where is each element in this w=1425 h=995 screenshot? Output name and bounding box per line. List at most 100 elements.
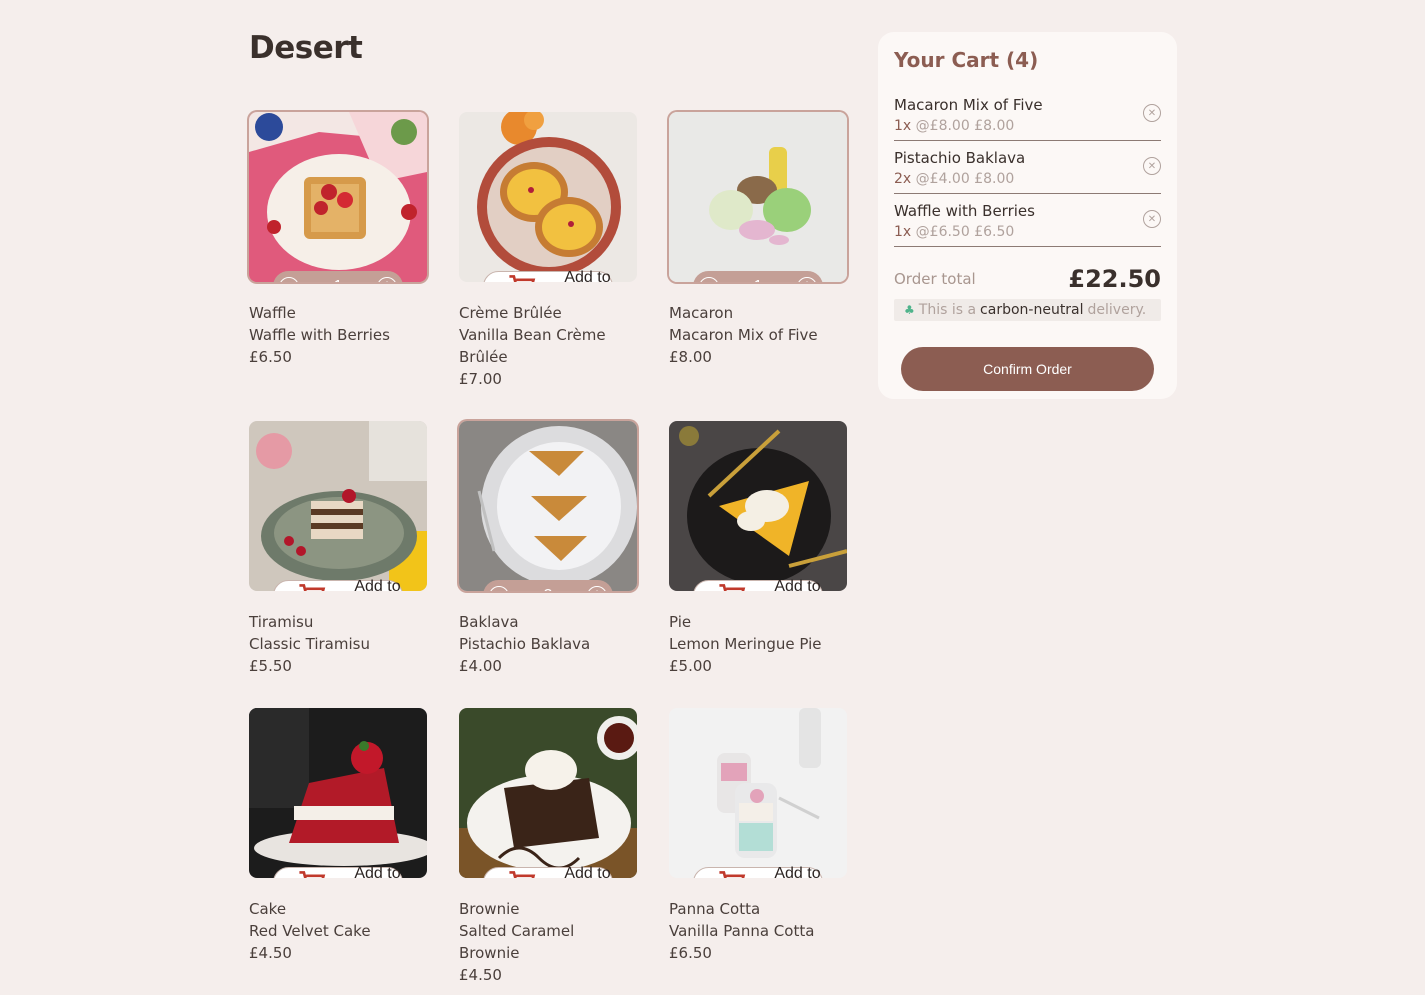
cart-item-name: Macaron Mix of Five xyxy=(894,96,1043,114)
add-to-cart-label: Add to Cart xyxy=(564,268,611,283)
cart-items: Macaron Mix of Five 1x @£8.00 £8.00 ✕ Pi… xyxy=(894,88,1161,247)
cart-item-detail: 1x @£8.00 £8.00 xyxy=(894,115,1161,137)
confirm-order-button[interactable]: Confirm Order xyxy=(901,347,1154,391)
add-to-cart-label: Add to Cart xyxy=(774,864,821,879)
carbon-suffix: delivery. xyxy=(1087,302,1147,318)
product-card-pie: Add to Cart Pie Lemon Meringue Pie £5.00 xyxy=(669,421,847,708)
product-name: Pistachio Baklava xyxy=(459,635,591,653)
cart-item-detail: 2x @£4.00 £8.00 xyxy=(894,168,1161,190)
product-price: £6.50 xyxy=(249,348,292,366)
product-name: Waffle with Berries xyxy=(249,326,390,344)
product-category: Cake xyxy=(249,900,287,918)
product-category: Pie xyxy=(669,613,692,631)
carbon-strong: carbon-neutral xyxy=(980,302,1084,318)
add-to-cart-icon xyxy=(299,871,326,878)
product-name: Red Velvet Cake xyxy=(249,922,371,940)
product-category: Tiramisu xyxy=(249,613,314,631)
product-price: £7.00 xyxy=(459,370,502,388)
circle-plus-icon: + xyxy=(591,588,604,592)
remove-item-button[interactable]: ✕ xyxy=(1143,157,1161,175)
remove-item-icon: ✕ xyxy=(1147,160,1157,172)
cart-item-subtotal: £6.50 xyxy=(974,224,1015,240)
add-to-cart-label: Add to Cart xyxy=(564,864,611,879)
cart-item-subtotal: £8.00 xyxy=(974,118,1015,134)
quantity-stepper[interactable]: − 1 + xyxy=(273,271,403,282)
product-name: Macaron Mix of Five xyxy=(669,326,818,344)
order-total-row: Order total £22.50 xyxy=(894,265,1161,293)
product-price: £5.00 xyxy=(669,657,712,675)
add-to-cart-button[interactable]: Add to Cart xyxy=(273,577,403,592)
cart-item: Macaron Mix of Five 1x @£8.00 £8.00 ✕ xyxy=(894,88,1161,141)
product-image-creme-brulee: Add to Cart xyxy=(459,112,637,282)
product-image-panna-cotta: Add to Cart xyxy=(669,708,847,878)
carbon-neutral-tree-icon: ♣ xyxy=(904,303,915,317)
product-name: Lemon Meringue Pie xyxy=(669,635,822,653)
product-price: £5.50 xyxy=(249,657,292,675)
remove-item-button[interactable]: ✕ xyxy=(1143,104,1161,122)
add-to-cart-label: Add to Cart xyxy=(354,577,401,592)
page-title: Desert xyxy=(249,30,363,66)
increment-button[interactable]: + xyxy=(587,585,607,592)
circle-plus-icon: + xyxy=(801,279,814,283)
product-name: Vanilla Bean Crème Brûlée xyxy=(459,326,606,366)
add-to-cart-icon xyxy=(509,871,536,878)
add-to-cart-icon xyxy=(509,275,536,282)
product-category: Panna Cotta xyxy=(669,900,761,918)
increment-button[interactable]: + xyxy=(797,276,817,283)
remove-item-button[interactable]: ✕ xyxy=(1143,210,1161,228)
quantity-value: 1 xyxy=(334,278,343,283)
add-to-cart-button[interactable]: Add to Cart xyxy=(693,864,823,879)
add-to-cart-button[interactable]: Add to Cart xyxy=(483,864,613,879)
cart-item: Waffle with Berries 1x @£6.50 £6.50 ✕ xyxy=(894,194,1161,247)
carbon-prefix: This is a xyxy=(918,302,977,318)
add-to-cart-icon xyxy=(719,584,746,591)
product-card-panna-cotta: Add to Cart Panna Cotta Vanilla Panna Co… xyxy=(669,708,847,968)
cart-panel: Your Cart (4) Macaron Mix of Five 1x @£8… xyxy=(878,32,1177,399)
cart-item-detail: 1x @£6.50 £6.50 xyxy=(894,221,1161,243)
cart-title: Your Cart (4) xyxy=(894,48,1039,72)
product-image-waffle: − 1 + xyxy=(249,112,427,282)
product-grid: − 1 + Waffle Waffle with Berries £6.50 xyxy=(249,112,847,984)
product-category: Macaron xyxy=(669,304,734,322)
quantity-value: 2 xyxy=(544,587,553,592)
increment-button[interactable]: + xyxy=(377,276,397,283)
add-to-cart-button[interactable]: Add to Cart xyxy=(693,578,823,591)
product-price: £4.00 xyxy=(459,657,502,675)
cart-item-unit-price: @£4.00 xyxy=(915,171,970,187)
add-to-cart-button[interactable]: Add to Cart xyxy=(273,864,403,879)
product-image-baklava: − 2 + xyxy=(459,421,637,591)
product-card-baklava: − 2 + Baklava Pistachio Baklava £4.00 xyxy=(459,421,637,708)
product-card-cake: Add to Cart Cake Red Velvet Cake £4.50 xyxy=(249,708,427,968)
cart-item-qty: 1x xyxy=(894,118,912,134)
product-price: £4.50 xyxy=(459,966,502,984)
quantity-stepper[interactable]: − 1 + xyxy=(693,271,823,282)
decrement-button[interactable]: − xyxy=(489,585,509,592)
product-category: Crème Brûlée xyxy=(459,304,562,322)
product-card-creme-brulee: Add to Cart Crème Brûlée Vanilla Bean Cr… xyxy=(459,112,637,421)
add-to-cart-button[interactable]: Add to Cart xyxy=(483,268,613,283)
product-price: £8.00 xyxy=(669,348,712,366)
circle-plus-icon: + xyxy=(381,279,394,283)
product-name: Vanilla Panna Cotta xyxy=(669,922,815,940)
decrement-button[interactable]: − xyxy=(279,276,299,283)
circle-minus-icon: − xyxy=(493,588,506,592)
product-card-waffle: − 1 + Waffle Waffle with Berries £6.50 xyxy=(249,112,427,421)
quantity-stepper[interactable]: − 2 + xyxy=(483,580,613,591)
add-to-cart-icon xyxy=(299,584,326,591)
product-image-pie: Add to Cart xyxy=(669,421,847,591)
cart-item-unit-price: @£6.50 xyxy=(915,224,970,240)
order-total-value: £22.50 xyxy=(1068,265,1161,293)
product-image-cake: Add to Cart xyxy=(249,708,427,878)
circle-minus-icon: − xyxy=(283,279,296,283)
cart-item-unit-price: @£8.00 xyxy=(915,118,970,134)
cart-item-subtotal: £8.00 xyxy=(974,171,1015,187)
cart-item-qty: 1x xyxy=(894,224,912,240)
decrement-button[interactable]: − xyxy=(699,276,719,282)
product-image-tiramisu: Add to Cart xyxy=(249,421,427,591)
cart-item: Pistachio Baklava 2x @£4.00 £8.00 ✕ xyxy=(894,141,1161,194)
product-name: Salted Caramel Brownie xyxy=(459,922,575,962)
product-image-macaron: − 1 + xyxy=(669,112,847,282)
add-to-cart-label: Add to Cart xyxy=(354,864,401,879)
remove-item-icon: ✕ xyxy=(1147,213,1157,225)
product-category: Baklava xyxy=(459,613,519,631)
